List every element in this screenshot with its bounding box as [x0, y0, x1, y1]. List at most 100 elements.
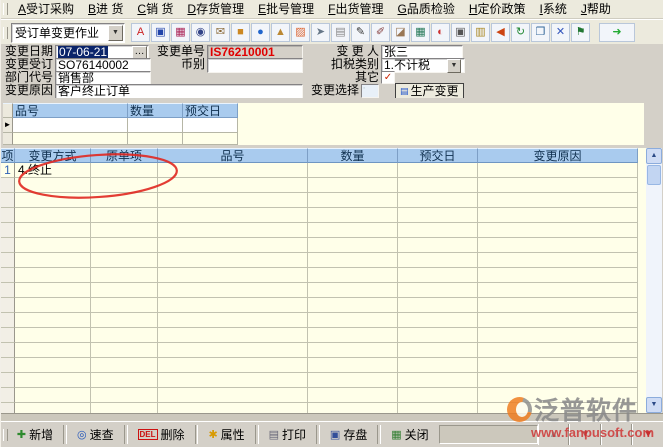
grid-cell[interactable]	[15, 193, 91, 208]
row-number-cell[interactable]	[1, 238, 15, 253]
row-number-cell[interactable]	[1, 403, 15, 413]
change-select-box[interactable]: ∙	[361, 84, 379, 98]
tax-type-dropdown-icon[interactable]: ▼	[447, 59, 461, 73]
table-row[interactable]	[1, 268, 646, 283]
row-number-cell[interactable]	[1, 193, 15, 208]
row-number-cell[interactable]	[1, 343, 15, 358]
table-row[interactable]	[1, 283, 646, 298]
table-row[interactable]	[1, 253, 646, 268]
grid-cell[interactable]	[15, 178, 91, 193]
horizontal-scrollbar[interactable]	[1, 413, 663, 422]
bottombar-grip[interactable]	[3, 429, 8, 441]
table-row[interactable]	[1, 373, 646, 388]
currency-field[interactable]	[207, 58, 303, 73]
grid-cell[interactable]	[478, 163, 638, 178]
grid-cell[interactable]	[398, 223, 478, 238]
grid-cell[interactable]	[478, 238, 638, 253]
font-find-button[interactable]: A	[131, 23, 150, 42]
grid-cell[interactable]	[398, 388, 478, 403]
production-change-button[interactable]: ▤ 生产变更	[395, 83, 464, 99]
scroll-up-button[interactable]: ▲	[646, 148, 662, 164]
grid-cell[interactable]	[308, 388, 398, 403]
grid-cell[interactable]	[308, 313, 398, 328]
table-row[interactable]	[1, 388, 646, 403]
print-button[interactable]: ▤打印	[263, 424, 312, 445]
toolbar-grip2[interactable]	[3, 27, 8, 39]
grid-cell[interactable]	[158, 358, 308, 373]
grid-cell[interactable]	[15, 358, 91, 373]
row-number-cell[interactable]	[1, 328, 15, 343]
grid-cell[interactable]	[15, 268, 91, 283]
grid-cell[interactable]	[398, 283, 478, 298]
grid-header-1[interactable]: 变更方式	[15, 148, 91, 163]
grid-cell[interactable]	[308, 403, 398, 413]
table-button[interactable]: ▦	[411, 23, 430, 42]
globe-button[interactable]: ●	[251, 23, 270, 42]
properties-button[interactable]: ✱属性	[202, 424, 250, 445]
grid-cell[interactable]	[398, 268, 478, 283]
row-number-cell[interactable]	[1, 223, 15, 238]
grid-cell[interactable]	[478, 403, 638, 413]
table-row[interactable]	[1, 328, 646, 343]
row-number-cell[interactable]	[1, 358, 15, 373]
layers-button[interactable]: ▣	[151, 23, 170, 42]
table-row[interactable]	[1, 343, 646, 358]
menu-item-a[interactable]: A受订采购	[11, 1, 81, 18]
grid-cell[interactable]	[398, 193, 478, 208]
grid-cell[interactable]	[15, 253, 91, 268]
grid-cell[interactable]	[158, 178, 308, 193]
grid-cell[interactable]	[478, 208, 638, 223]
menu-item-e[interactable]: E批号管理	[251, 1, 321, 18]
toolbar-grip[interactable]	[3, 3, 8, 15]
grid-cell[interactable]	[478, 283, 638, 298]
mini-grid-cell[interactable]	[128, 118, 183, 133]
scroll-down-button[interactable]: ▼	[646, 397, 662, 413]
row-number-cell[interactable]	[1, 283, 15, 298]
table-row[interactable]	[1, 178, 646, 193]
grid-cell[interactable]	[308, 208, 398, 223]
grid-cell[interactable]	[478, 298, 638, 313]
user-search-button[interactable]: ◉	[191, 23, 210, 42]
mini-grid-cell[interactable]	[13, 133, 128, 145]
menu-item-i[interactable]: I系统	[533, 1, 574, 18]
grid-cell[interactable]	[158, 373, 308, 388]
row-number-cell[interactable]	[1, 268, 15, 283]
grid-cell[interactable]	[308, 328, 398, 343]
prev-record-button[interactable]: ▼	[569, 424, 601, 445]
menu-item-j[interactable]: J帮助	[574, 1, 618, 18]
grid-cell[interactable]	[91, 238, 158, 253]
grid-cell[interactable]	[15, 208, 91, 223]
pencil-delete-button[interactable]: ✐	[371, 23, 390, 42]
grid-cell[interactable]	[478, 268, 638, 283]
cards-button[interactable]: ▦	[171, 23, 190, 42]
grid-cell[interactable]	[478, 178, 638, 193]
grid-cell[interactable]	[398, 328, 478, 343]
row-number-cell[interactable]	[1, 178, 15, 193]
grid-cell[interactable]	[158, 298, 308, 313]
grid-cell[interactable]	[398, 178, 478, 193]
add-button[interactable]: ✚新增	[11, 424, 59, 445]
change-reason-field[interactable]: 客户终止订单	[55, 84, 303, 99]
briefcase-button[interactable]: ■	[231, 23, 250, 42]
grid-cell[interactable]	[478, 223, 638, 238]
grid-cell[interactable]	[91, 163, 158, 178]
grid-cell[interactable]	[158, 283, 308, 298]
grid-cell[interactable]	[478, 343, 638, 358]
grid-cell[interactable]: 4.终止	[15, 163, 91, 178]
save-button[interactable]: ▣存盘	[324, 424, 373, 445]
grid-cell[interactable]	[308, 298, 398, 313]
row-number-cell[interactable]	[1, 313, 15, 328]
next-record-button[interactable]: ▲	[601, 424, 633, 445]
grid-cell[interactable]	[15, 388, 91, 403]
grid-cell[interactable]	[478, 358, 638, 373]
chevron-down-icon[interactable]: ▼	[108, 25, 123, 41]
grid-cell[interactable]	[308, 193, 398, 208]
pencil-button[interactable]: ✎	[351, 23, 370, 42]
table-row[interactable]	[1, 298, 646, 313]
grid-cell[interactable]	[91, 403, 158, 413]
menu-item-g[interactable]: G品质检验	[390, 1, 461, 18]
pin-button[interactable]: ➤	[311, 23, 330, 42]
grid-cell[interactable]	[15, 343, 91, 358]
last-record-button[interactable]: ▼	[632, 424, 663, 445]
grid-cell[interactable]	[478, 193, 638, 208]
